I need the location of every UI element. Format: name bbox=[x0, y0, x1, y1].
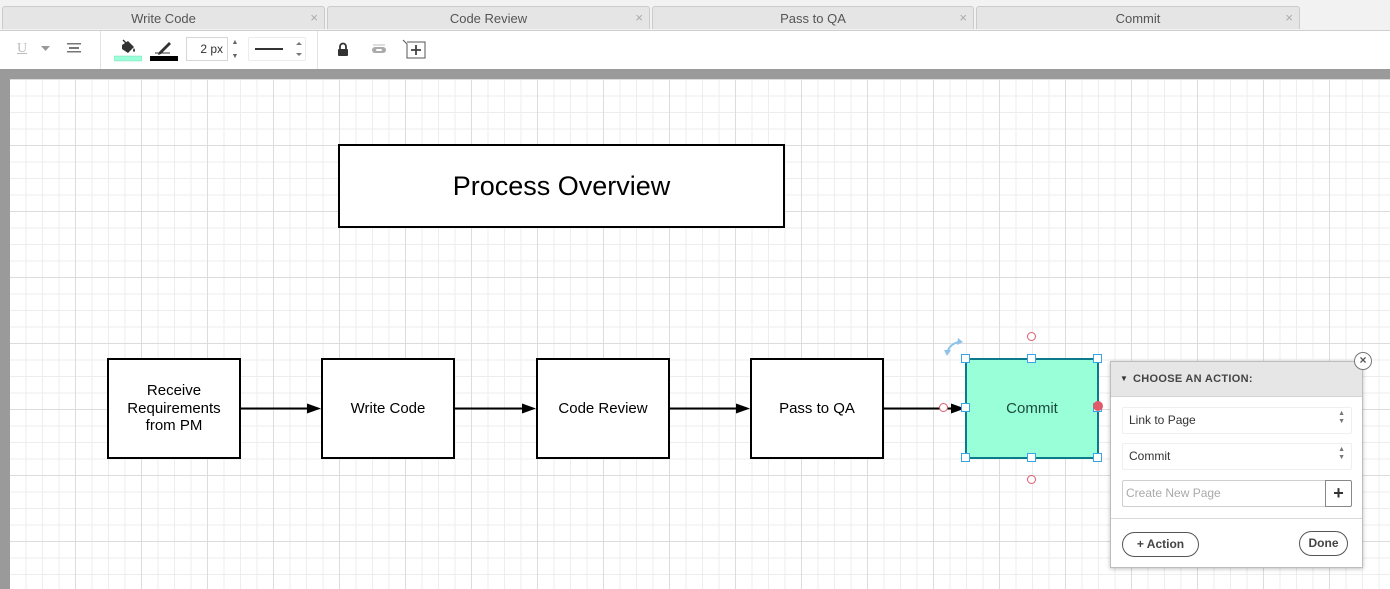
action-panel: ▼ CHOOSE AN ACTION: Link to Page ▲ ▼ Comm… bbox=[1110, 361, 1363, 568]
tab-commit[interactable]: Commit × bbox=[976, 6, 1300, 29]
shape-commit[interactable]: Commit bbox=[965, 358, 1099, 459]
shape-code-review[interactable]: Code Review bbox=[536, 358, 670, 459]
shape-label: Process Overview bbox=[452, 171, 671, 201]
tab-write-code[interactable]: Write Code × bbox=[2, 6, 325, 29]
stroke-width-stepper[interactable]: ▲ ▼ bbox=[231, 39, 239, 60]
select-arrows-icon bbox=[296, 42, 302, 56]
tab-label: Pass to QA bbox=[780, 11, 846, 26]
connection-point-top[interactable] bbox=[1027, 332, 1036, 341]
target-page-select[interactable]: Commit ▲ ▼ bbox=[1122, 443, 1352, 470]
connection-point-left[interactable] bbox=[939, 403, 948, 412]
tab-close-icon[interactable]: × bbox=[1285, 10, 1293, 25]
paint-bucket-icon bbox=[122, 39, 135, 53]
fill-color-button[interactable] bbox=[114, 39, 142, 63]
tab-close-icon[interactable]: × bbox=[959, 10, 967, 25]
tab-label: Write Code bbox=[131, 11, 196, 26]
shape-pass-to-qa[interactable]: Pass to QA bbox=[750, 358, 884, 459]
stroke-width-input[interactable]: 2 px bbox=[186, 37, 228, 61]
tab-code-review[interactable]: Code Review × bbox=[327, 6, 650, 29]
shape-label: Receive Requirements from PM bbox=[127, 382, 221, 435]
align-center-icon[interactable] bbox=[66, 42, 82, 54]
resize-handle-nw[interactable] bbox=[961, 354, 970, 363]
divider bbox=[1111, 518, 1362, 519]
connection-point-right[interactable] bbox=[1093, 401, 1103, 411]
connection-point-bottom[interactable] bbox=[1027, 475, 1036, 484]
shape-write-code[interactable]: Write Code bbox=[321, 358, 455, 459]
tab-close-icon[interactable]: × bbox=[310, 10, 318, 25]
add-page-button[interactable]: + bbox=[1325, 480, 1352, 507]
shape-label: Code Review bbox=[558, 399, 648, 417]
pencil-icon bbox=[155, 42, 171, 55]
underline-icon[interactable]: U bbox=[15, 40, 29, 58]
shape-label: Write Code bbox=[350, 399, 426, 417]
tab-pass-to-qa[interactable]: Pass to QA × bbox=[652, 6, 974, 29]
resize-handle-w[interactable] bbox=[961, 403, 970, 412]
select-value: Link to Page bbox=[1129, 413, 1196, 427]
resize-handle-n[interactable] bbox=[1027, 354, 1036, 363]
shape-label: Commit bbox=[1006, 399, 1058, 417]
lock-icon[interactable] bbox=[336, 41, 350, 57]
toolbar: U 2 px ▲ ▼ bbox=[0, 31, 1390, 69]
shape-process-overview[interactable]: Process Overview bbox=[338, 144, 785, 228]
close-icon[interactable]: × bbox=[1354, 352, 1372, 370]
tab-close-icon[interactable]: × bbox=[635, 10, 643, 25]
page-tab-bar: Write Code × Code Review × Pass to QA × … bbox=[0, 0, 1390, 31]
link-icon[interactable] bbox=[370, 42, 388, 56]
tab-label: Commit bbox=[1115, 11, 1161, 26]
line-color-button[interactable] bbox=[150, 39, 178, 63]
add-action-button[interactable]: + Action bbox=[1122, 532, 1199, 557]
select-value: Commit bbox=[1129, 449, 1171, 463]
add-note-icon[interactable] bbox=[402, 39, 426, 59]
panel-title: CHOOSE AN ACTION: bbox=[1133, 373, 1253, 385]
fill-swatch bbox=[114, 55, 142, 62]
resize-handle-sw[interactable] bbox=[961, 453, 970, 462]
shape-receive-requirements[interactable]: Receive Requirements from PM bbox=[107, 358, 241, 459]
line-style-select[interactable] bbox=[248, 37, 306, 61]
collapse-caret-icon[interactable]: ▼ bbox=[1120, 374, 1128, 383]
new-page-input[interactable]: Create New Page bbox=[1122, 480, 1326, 507]
select-arrows-icon: ▲ ▼ bbox=[1338, 446, 1345, 461]
shape-label: Pass to QA bbox=[779, 399, 855, 417]
resize-handle-s[interactable] bbox=[1027, 453, 1036, 462]
chevron-down-icon[interactable] bbox=[40, 45, 50, 53]
resize-handle-ne[interactable] bbox=[1093, 354, 1102, 363]
action-type-select[interactable]: Link to Page ▲ ▼ bbox=[1122, 407, 1352, 434]
resize-handle-se[interactable] bbox=[1093, 453, 1102, 462]
panel-header[interactable]: ▼ CHOOSE AN ACTION: bbox=[1111, 362, 1362, 397]
line-color-swatch bbox=[150, 56, 178, 61]
select-arrows-icon: ▲ ▼ bbox=[1338, 410, 1345, 425]
done-button[interactable]: Done bbox=[1299, 531, 1348, 556]
tab-label: Code Review bbox=[449, 11, 528, 26]
